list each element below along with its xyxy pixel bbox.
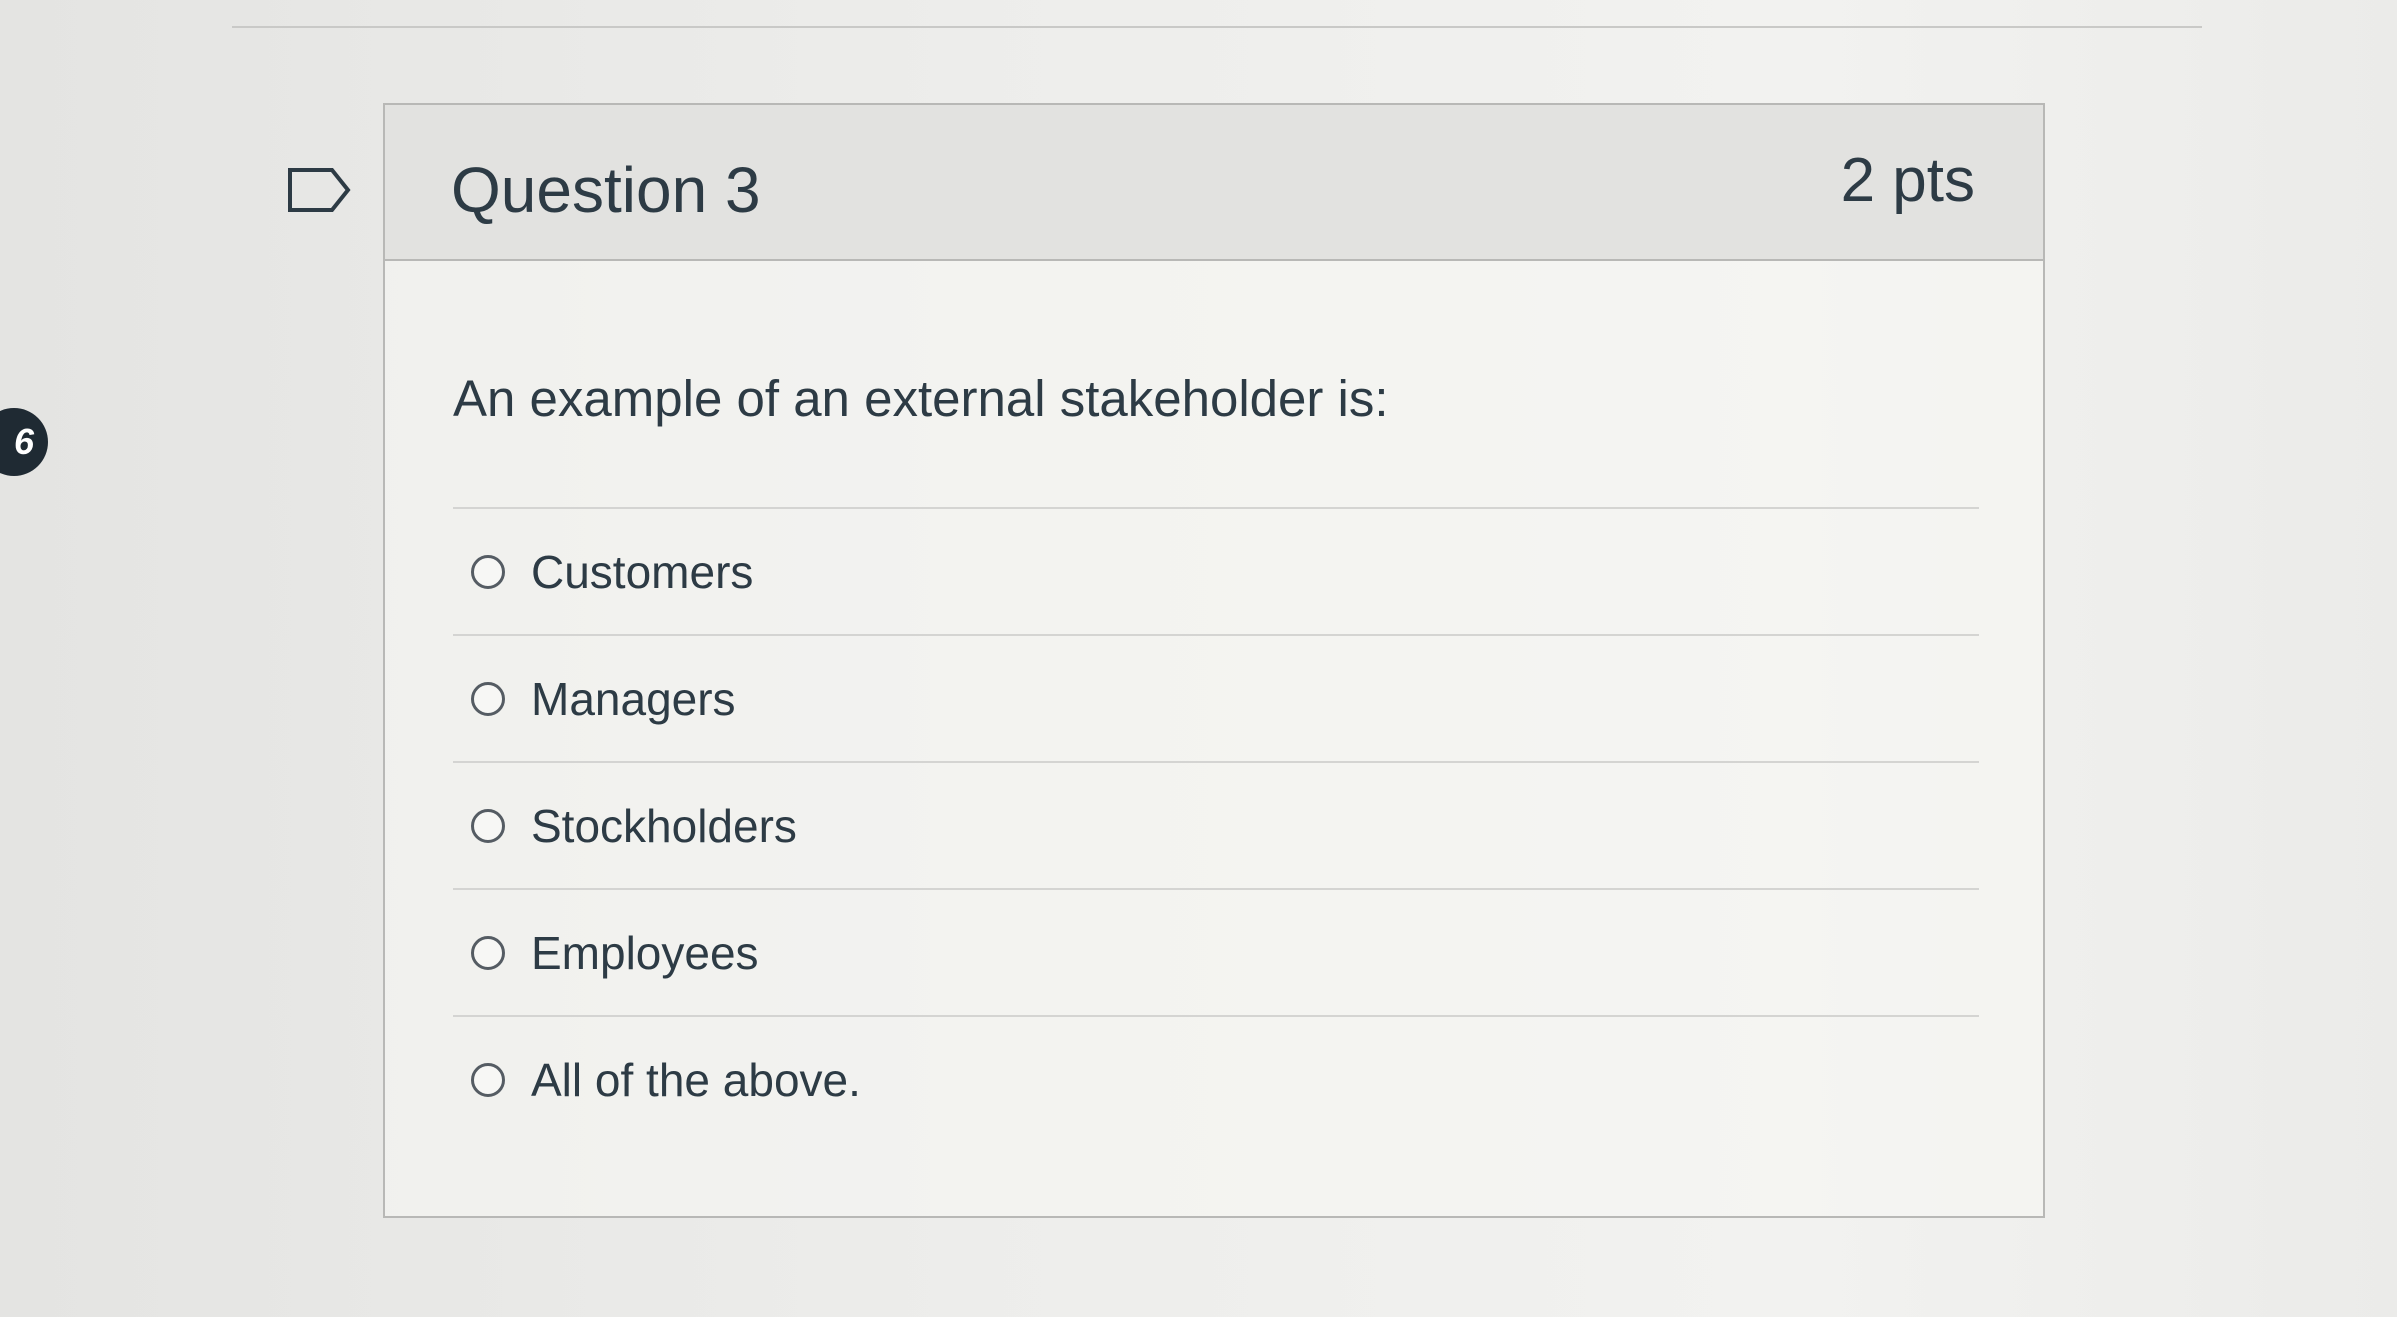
radio-button[interactable] (471, 808, 505, 843)
question-title: Question 3 (451, 154, 761, 226)
radio-button[interactable] (471, 935, 505, 970)
answer-label[interactable]: Employees (531, 926, 759, 980)
question-header: Question 3 2 pts (385, 105, 2043, 261)
question-number-badge[interactable]: 6 (0, 408, 48, 476)
question-card: Question 3 2 pts An example of an extern… (383, 103, 2045, 1218)
answer-option[interactable]: Employees (453, 888, 1979, 1015)
answer-option[interactable]: Stockholders (453, 761, 1979, 888)
answer-label[interactable]: Stockholders (531, 799, 797, 853)
radio-button[interactable] (471, 1062, 505, 1097)
answer-option[interactable]: Managers (453, 634, 1979, 761)
answer-label[interactable]: All of the above. (531, 1053, 861, 1107)
answer-option[interactable]: All of the above. (453, 1015, 1979, 1142)
flag-question-icon[interactable] (286, 166, 354, 214)
answer-label[interactable]: Customers (531, 545, 753, 599)
badge-number: 6 (13, 421, 34, 462)
radio-button[interactable] (471, 681, 505, 716)
answer-label[interactable]: Managers (531, 672, 736, 726)
top-divider (232, 26, 2202, 28)
question-text: An example of an external stakeholder is… (453, 370, 1389, 427)
radio-button[interactable] (471, 554, 505, 589)
answer-option[interactable]: Customers (453, 507, 1979, 634)
question-points: 2 pts (1840, 146, 1975, 215)
answer-list: Customers Managers Stockholders Employee… (453, 507, 1979, 1142)
